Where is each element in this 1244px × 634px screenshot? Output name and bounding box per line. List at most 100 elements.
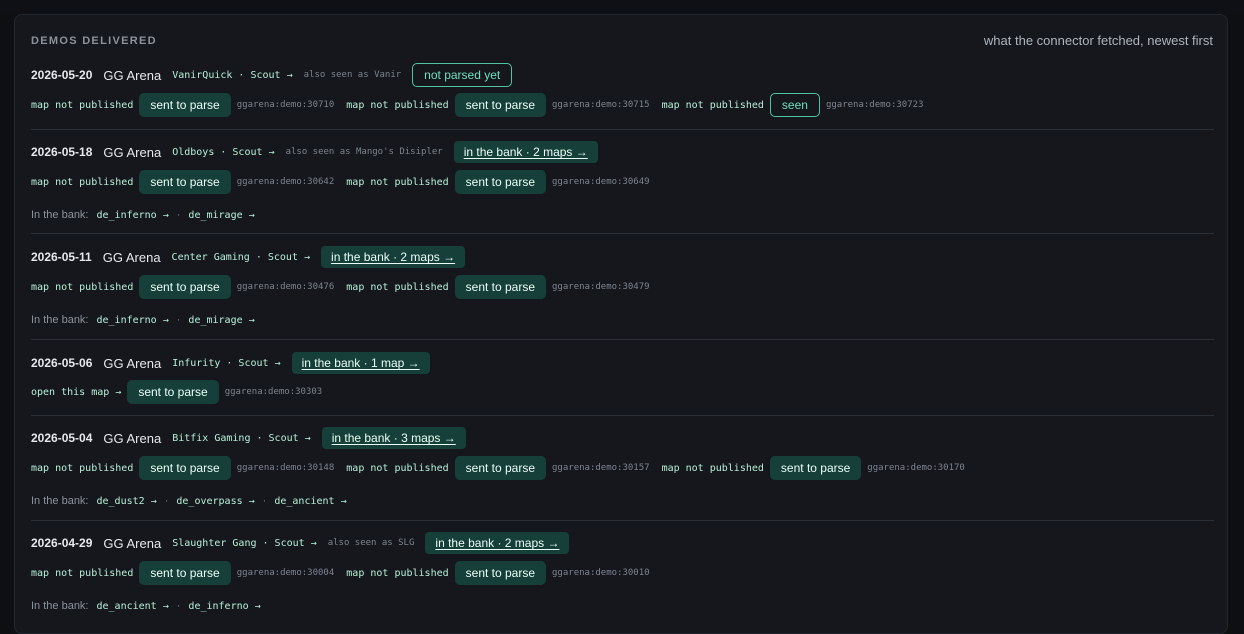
opponent-scout-link[interactable]: Infurity · Scout → (172, 358, 280, 369)
match-item: 2026-04-29 GG Arena Slaughter Gang · Sco… (31, 530, 1214, 630)
match-event: GG Arena (103, 144, 162, 160)
match-item: 2026-05-04 GG Arena Bitfix Gaming · Scou… (31, 425, 1214, 521)
demo-status: map not published (31, 567, 134, 579)
top-bar (0, 0, 1244, 14)
match-date: 2026-05-18 (31, 145, 93, 159)
demo-id: ggarena:demo:30303 (224, 387, 323, 397)
in-the-bank-link[interactable]: in the bank · 2 maps → (321, 246, 466, 268)
demo-id: ggarena:demo:30170 (867, 463, 965, 473)
sent-to-parse-button[interactable]: sent to parse (139, 275, 231, 299)
sent-to-parse-button[interactable]: sent to parse (454, 170, 547, 194)
bank-map-link[interactable]: de_ancient → (97, 601, 169, 612)
demo-list: map not published sent to parse ggarena:… (31, 170, 662, 194)
demo-status: map not published (661, 99, 764, 111)
opponent-scout-link[interactable]: Slaughter Gang · Scout → (172, 538, 317, 549)
demo-id: ggarena:demo:30715 (552, 100, 650, 110)
demo-status: map not published (346, 462, 449, 474)
demo-status: map not published (31, 462, 134, 474)
sent-to-parse-button[interactable]: sent to parse (139, 561, 231, 585)
sent-to-parse-button[interactable]: sent to parse (139, 93, 231, 117)
bank-map-link[interactable]: de_mirage → (188, 210, 254, 221)
match-header: 2026-05-06 GG Arena Infurity · Scout → i… (31, 350, 430, 376)
bank-separator: · (176, 314, 181, 326)
match-date: 2026-05-06 (31, 356, 93, 370)
opponent-scout-link[interactable]: Center Gaming · Scout → (172, 252, 310, 263)
open-map-link[interactable]: open this map → (31, 387, 121, 398)
bank-separator: · (164, 495, 169, 507)
match-item: 2026-05-20 GG Arena VanirQuick · Scout →… (31, 62, 1214, 130)
panel-title: DEMOS DELIVERED (31, 35, 157, 47)
demo-status: map not published (31, 99, 134, 111)
demo-status: map not published (661, 462, 764, 474)
demo-id: ggarena:demo:30004 (236, 568, 335, 578)
bank-separator: · (176, 600, 181, 612)
opponent-scout-link[interactable]: VanirQuick · Scout → (172, 70, 292, 81)
parse-status-badge: not parsed yet (412, 63, 513, 87)
panel-header: DEMOS DELIVERED what the connector fetch… (31, 33, 1213, 49)
opponent-scout-link[interactable]: Oldboys · Scout → (172, 147, 274, 158)
match-item: 2026-05-11 GG Arena Center Gaming · Scou… (31, 244, 1214, 340)
demo-status: map not published (346, 567, 449, 579)
match-event: GG Arena (103, 355, 162, 371)
match-header: 2026-05-11 GG Arena Center Gaming · Scou… (31, 244, 466, 270)
match-header: 2026-04-29 GG Arena Slaughter Gang · Sco… (31, 530, 570, 556)
demo-id: ggarena:demo:30710 (236, 100, 335, 110)
also-seen-note: also seen as Mango's Disipler (285, 147, 443, 157)
bank-separator: · (262, 495, 267, 507)
in-the-bank-link[interactable]: in the bank · 1 map → (291, 352, 430, 374)
sent-to-parse-button[interactable]: sent to parse (127, 380, 219, 404)
sent-to-parse-button[interactable]: sent to parse (139, 170, 231, 194)
bank-maps: In the bank: de_inferno → · de_mirage → (31, 206, 255, 224)
demo-list: map not published sent to parse ggarena:… (31, 93, 936, 117)
demo-id: ggarena:demo:30010 (552, 568, 650, 578)
in-the-bank-link[interactable]: in the bank · 2 maps → (453, 141, 598, 163)
demos-delivered-panel: DEMOS DELIVERED what the connector fetch… (14, 14, 1228, 634)
bank-maps: In the bank: de_inferno → · de_mirage → (31, 311, 255, 329)
match-header: 2026-05-20 GG Arena VanirQuick · Scout →… (31, 62, 513, 88)
sent-to-parse-button[interactable]: sent to parse (769, 456, 862, 480)
demo-status: map not published (31, 176, 134, 188)
bank-map-link[interactable]: de_overpass → (176, 496, 254, 507)
bank-label: In the bank: (31, 314, 89, 326)
demo-status: map not published (346, 281, 449, 293)
bank-map-link[interactable]: de_inferno → (97, 210, 169, 221)
bank-maps: In the bank: de_ancient → · de_inferno → (31, 597, 261, 615)
match-event: GG Arena (102, 249, 161, 265)
demo-status: map not published (31, 281, 134, 293)
demo-list: map not published sent to parse ggarena:… (31, 561, 662, 585)
bank-label: In the bank: (31, 209, 89, 221)
demo-id: ggarena:demo:30723 (825, 100, 924, 110)
match-date: 2026-05-04 (31, 431, 93, 445)
sent-to-parse-button[interactable]: sent to parse (139, 456, 231, 480)
panel-subtitle: what the connector fetched, newest first (983, 33, 1213, 48)
bank-map-link[interactable]: de_mirage → (188, 315, 254, 326)
match-date: 2026-04-29 (31, 536, 93, 550)
demo-id: ggarena:demo:30148 (236, 463, 335, 473)
demo-id: ggarena:demo:30649 (552, 177, 650, 187)
bank-map-link[interactable]: de_dust2 → (97, 496, 157, 507)
match-date: 2026-05-11 (31, 250, 92, 264)
bank-map-link[interactable]: de_inferno → (188, 601, 260, 612)
bank-label: In the bank: (31, 600, 89, 612)
match-header: 2026-05-04 GG Arena Bitfix Gaming · Scou… (31, 425, 466, 451)
demo-list: open this map → sent to parse ggarena:de… (31, 380, 334, 404)
demo-status: map not published (346, 99, 449, 111)
bank-map-link[interactable]: de_inferno → (97, 315, 169, 326)
bank-label: In the bank: (31, 495, 89, 507)
sent-to-parse-button[interactable]: sent to parse (454, 456, 547, 480)
match-item: 2026-05-06 GG Arena Infurity · Scout → i… (31, 350, 1214, 416)
opponent-scout-link[interactable]: Bitfix Gaming · Scout → (172, 433, 310, 444)
match-item: 2026-05-18 GG Arena Oldboys · Scout → al… (31, 139, 1214, 234)
sent-to-parse-button[interactable]: sent to parse (454, 561, 547, 585)
demo-id: ggarena:demo:30642 (236, 177, 335, 187)
match-event: GG Arena (103, 67, 162, 83)
sent-to-parse-button[interactable]: sent to parse (454, 275, 547, 299)
bank-map-link[interactable]: de_ancient → (274, 496, 346, 507)
sent-to-parse-button[interactable]: sent to parse (454, 93, 547, 117)
in-the-bank-link[interactable]: in the bank · 3 maps → (321, 427, 466, 449)
match-event: GG Arena (103, 430, 162, 446)
demo-id: ggarena:demo:30157 (552, 463, 650, 473)
in-the-bank-link[interactable]: in the bank · 2 maps → (425, 532, 570, 554)
also-seen-note: also seen as SLG (327, 538, 415, 548)
bank-separator: · (176, 209, 181, 221)
